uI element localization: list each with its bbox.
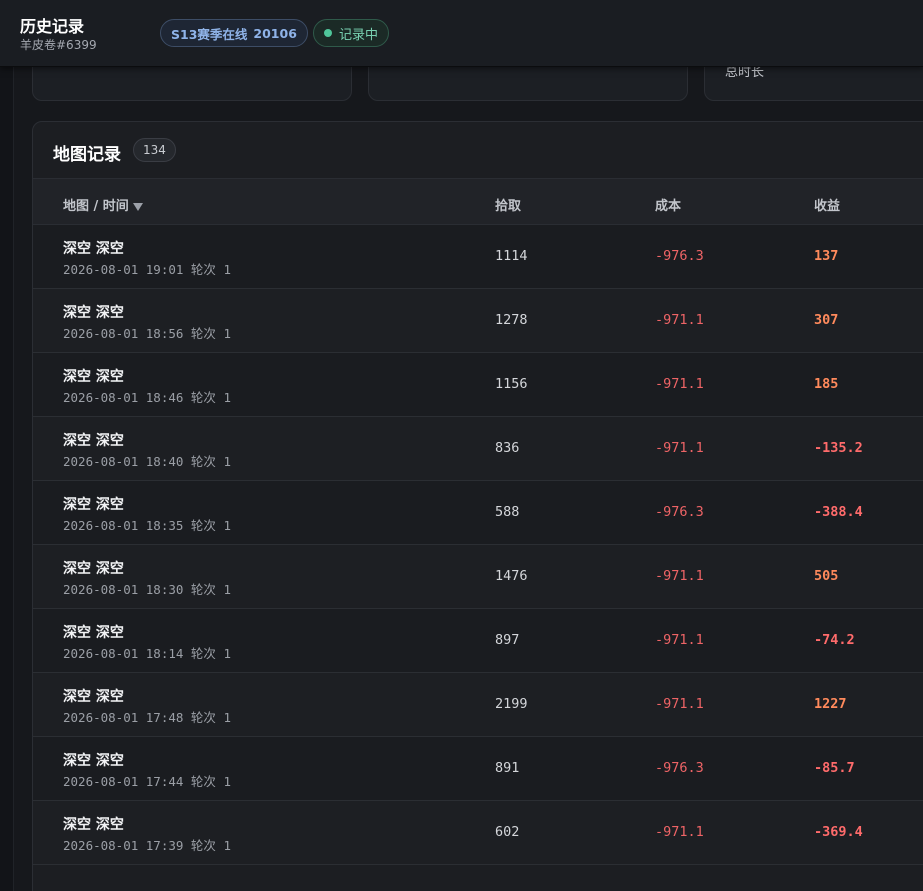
cost-value: -971.1 <box>655 632 704 648</box>
season-online-badge: S13赛季在线 20106 <box>160 19 308 47</box>
cost-value: -971.1 <box>655 440 704 456</box>
map-time: 2026-08-01 18:40 轮次 1 <box>63 454 231 469</box>
table-row[interactable]: 深空 深空 2026-08-01 18:35 轮次 1 588 -976.3 -388.… <box>33 481 923 545</box>
table-header: 地图 / 时间 拾取 成本 收益 <box>33 178 923 225</box>
column-header-profit: 收益 <box>814 199 841 214</box>
table-row[interactable]: 深空 深空 2026-08-01 17:48 轮次 1 2199 -971.1 1227 <box>33 673 923 737</box>
map-name: 深空 深空 <box>63 497 124 513</box>
table-row[interactable]: 深空 深空 2026-08-01 18:56 轮次 1 1278 -971.1 307 <box>33 289 923 353</box>
map-name: 深空 深空 <box>63 689 124 705</box>
cost-value: -971.1 <box>655 568 704 584</box>
map-time: 2026-08-01 18:30 轮次 1 <box>63 582 231 597</box>
profit-value: -135.2 <box>814 440 863 456</box>
profit-value: -85.7 <box>814 760 855 776</box>
column-header-pickup: 拾取 <box>495 199 522 214</box>
pickup-value: 836 <box>495 440 520 456</box>
map-time: 2026-08-01 18:14 轮次 1 <box>63 646 231 661</box>
pickup-value: 1476 <box>495 568 528 584</box>
profit-value: 1227 <box>814 696 847 712</box>
pickup-value: 602 <box>495 824 520 840</box>
table-row[interactable]: 深空 深空 2026-08-01 17:44 轮次 1 891 -976.3 -85.7 <box>33 737 923 801</box>
profit-value: 137 <box>814 248 839 264</box>
cost-value: -976.3 <box>655 504 704 520</box>
table-row[interactable]: 深空 深空 2026-08-01 17:39 轮次 1 602 -971.1 -369.… <box>33 801 923 865</box>
table-row[interactable]: 深空 深空 2026-08-01 18:46 轮次 1 1156 -971.1 185 <box>33 353 923 417</box>
map-time: 2026-08-01 19:01 轮次 1 <box>63 262 231 277</box>
map-name: 深空 深空 <box>63 241 124 257</box>
profit-value: 307 <box>814 312 839 328</box>
top-header: 历史记录 羊皮卷#6399 S13赛季在线 20106 记录中 <box>0 0 923 67</box>
map-records-title: 地图记录 <box>53 145 121 165</box>
pickup-value: 891 <box>495 760 520 776</box>
table-row[interactable]: 深空 深空 2026-08-01 18:14 轮次 1 897 -971.1 -74.2 <box>33 609 923 673</box>
left-rail <box>0 0 14 891</box>
map-time: 2026-08-01 18:56 轮次 1 <box>63 326 231 341</box>
map-time: 2026-08-01 17:44 轮次 1 <box>63 774 231 789</box>
map-name: 深空 深空 <box>63 369 124 385</box>
table-row[interactable]: 深空 深空 2026-08-01 19:01 轮次 1 1114 -976.3 137 <box>33 225 923 289</box>
profit-value: -369.4 <box>814 824 863 840</box>
season-label: S13赛季在线 <box>171 26 248 42</box>
pickup-value: 588 <box>495 504 520 520</box>
cost-value: -971.1 <box>655 312 704 328</box>
map-time: 2026-08-01 18:35 轮次 1 <box>63 518 231 533</box>
map-records-panel: 地图记录 134 地图 / 时间 拾取 成本 收益 深空 深空 2026-08-0… <box>32 121 923 891</box>
column-header-label: 地图 / 时间 <box>63 199 129 214</box>
map-name: 深空 深空 <box>63 753 124 769</box>
profit-value: 185 <box>814 376 839 392</box>
map-time: 2026-08-01 18:46 轮次 1 <box>63 390 231 405</box>
cost-value: -971.1 <box>655 376 704 392</box>
cost-value: -976.3 <box>655 760 704 776</box>
map-name: 深空 深空 <box>63 817 124 833</box>
sort-down-icon[interactable] <box>132 202 143 211</box>
map-name: 深空 深空 <box>63 625 124 641</box>
pickup-value: 897 <box>495 632 520 648</box>
table-body: 深空 深空 2026-08-01 19:01 轮次 1 1114 -976.3 137 深… <box>33 225 923 865</box>
recording-status-badge[interactable]: 记录中 <box>313 19 390 47</box>
page-subtitle: 羊皮卷#6399 <box>20 38 97 52</box>
profit-value: 505 <box>814 568 839 584</box>
table-row[interactable]: 深空 深空 2026-08-01 18:40 轮次 1 836 -971.1 -135.… <box>33 417 923 481</box>
column-header-map-time[interactable]: 地图 / 时间 <box>63 195 143 214</box>
column-header-cost: 成本 <box>655 199 682 214</box>
map-name: 深空 深空 <box>63 433 124 449</box>
status-label: 记录中 <box>339 27 379 43</box>
map-name: 深空 深空 <box>63 305 124 321</box>
map-time: 2026-08-01 17:39 轮次 1 <box>63 838 231 853</box>
profit-value: -74.2 <box>814 632 855 648</box>
season-count: 20106 <box>253 25 297 41</box>
pickup-value: 1156 <box>495 376 528 392</box>
cost-value: -976.3 <box>655 248 704 264</box>
pickup-value: 2199 <box>495 696 528 712</box>
status-dot-icon <box>324 29 332 37</box>
map-records-count-badge: 134 <box>133 138 176 162</box>
pickup-value: 1278 <box>495 312 528 328</box>
profit-value: -388.4 <box>814 504 863 520</box>
map-name: 深空 深空 <box>63 561 124 577</box>
cost-value: -971.1 <box>655 696 704 712</box>
table-row[interactable]: 深空 深空 2026-08-01 18:30 轮次 1 1476 -971.1 505 <box>33 545 923 609</box>
pickup-value: 1114 <box>495 248 528 264</box>
page-title: 历史记录 <box>20 17 85 36</box>
cost-value: -971.1 <box>655 824 704 840</box>
map-time: 2026-08-01 17:48 轮次 1 <box>63 710 231 725</box>
